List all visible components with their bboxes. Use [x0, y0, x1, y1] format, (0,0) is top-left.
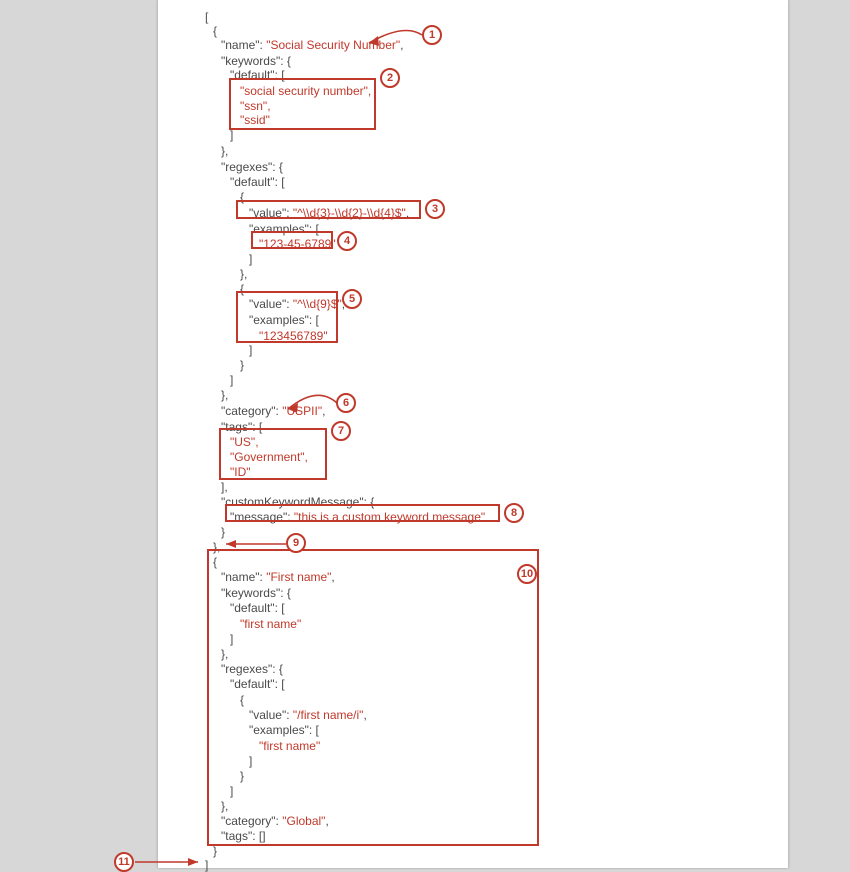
code-line: ]	[205, 858, 208, 872]
code-line: "regexes": {	[221, 160, 283, 174]
highlight-box-keywords	[229, 78, 376, 130]
code-line: },	[221, 388, 228, 402]
highlight-box-regex-value-2	[236, 291, 338, 343]
stage: [ { "name": "Social Security Number", "k…	[0, 0, 850, 868]
callout-5: 5	[342, 289, 362, 309]
callout-6: 6	[336, 393, 356, 413]
callout-4: 4	[337, 231, 357, 251]
callout-1: 1	[422, 25, 442, 45]
code-line: {	[213, 24, 217, 38]
code-line: },	[221, 144, 228, 158]
json-string: "Social Security Number"	[266, 38, 400, 52]
code-line: "keywords": {	[221, 54, 291, 68]
highlight-box-second-entry	[207, 549, 539, 846]
code-line: ]	[230, 128, 233, 142]
code-line: }	[221, 525, 225, 539]
code-line: ]	[249, 252, 252, 266]
callout-8: 8	[504, 503, 524, 523]
code-line: ],	[221, 480, 228, 494]
callout-2: 2	[380, 68, 400, 88]
callout-11: 11	[114, 852, 134, 872]
callout-7: 7	[331, 421, 351, 441]
highlight-box-tags	[219, 428, 327, 480]
highlight-box-example-1	[251, 231, 333, 249]
callout-3: 3	[425, 199, 445, 219]
code-line: }	[213, 844, 217, 858]
code-line: "category": "USPII",	[221, 404, 325, 418]
code-line: [	[205, 10, 208, 24]
code-line: ]	[230, 373, 233, 387]
code-line: },	[240, 267, 247, 281]
code-line: }	[240, 358, 244, 372]
code-line: "name": "Social Security Number",	[221, 38, 403, 52]
callout-10: 10	[517, 564, 537, 584]
callout-9: 9	[286, 533, 306, 553]
json-key: "name"	[221, 38, 260, 52]
highlight-box-regex-value-1	[236, 200, 421, 219]
code-line: ]	[249, 343, 252, 357]
highlight-box-custom-message	[225, 504, 500, 522]
code-line: "default": [	[230, 175, 285, 189]
